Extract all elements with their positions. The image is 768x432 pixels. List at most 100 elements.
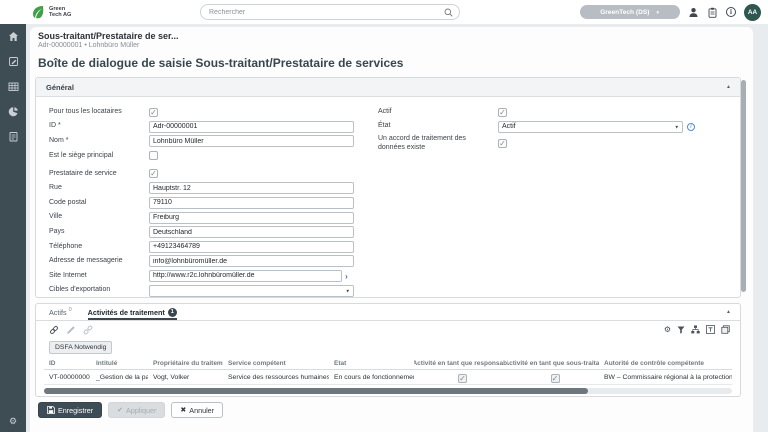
- table-cell: _Gestion de la paie: [91, 374, 148, 381]
- tenant-selector-button[interactable]: GreenTech (DS) ▼: [580, 5, 680, 19]
- sidebar-item-document[interactable]: [0, 124, 26, 149]
- header-actions: GreenTech (DS) ▼ i AA: [580, 0, 761, 24]
- general-fields-left: Pour tous les locataires✓ID *Nom *Est le…: [49, 106, 374, 299]
- section-general-header[interactable]: Général ▲: [36, 78, 740, 97]
- top-header: Green Tech AG GreenTech (DS) ▼ i AA: [0, 0, 768, 24]
- row-checkbox: ✓: [458, 374, 467, 383]
- save-label: Enregistrer: [58, 406, 93, 415]
- info-glyph: i: [726, 7, 736, 17]
- checkbox-prestataire-de-service[interactable]: ✓: [149, 169, 158, 178]
- form-row-site-internet: Site Internet›: [49, 270, 374, 282]
- form-row-telephone: Téléphone: [49, 241, 374, 253]
- tab-activites-label: Activités de traitement: [88, 308, 165, 317]
- form-row-id: ID *: [49, 121, 374, 133]
- column-header-proprietaire-du-traitement[interactable]: Propriétaire du traitement: [148, 360, 223, 367]
- field-label-pays: Pays: [49, 228, 149, 236]
- column-header-etat[interactable]: État: [329, 360, 414, 367]
- section-general-title: Général: [46, 83, 74, 92]
- table-cell: Service des ressources humaines (RH): [223, 374, 329, 381]
- table-cell: BW – Commissaire régional à la protectio…: [599, 374, 732, 381]
- column-header-autorite-de-controle-competente[interactable]: Autorité de contrôle compétente: [599, 360, 732, 367]
- checkbox-pour-tous-les-locataires[interactable]: ✓: [149, 108, 158, 117]
- checkbox-un-accord-de-traitement-des-donnees-existe[interactable]: ✓: [498, 139, 507, 148]
- column-header-activite-en-tant-que-responsable[interactable]: Activité en tant que responsable: [414, 360, 508, 367]
- column-header-activite-en-tant-que-sous-traitant[interactable]: Activité en tant que sous-traitant: [508, 360, 599, 367]
- sidebar-item-home[interactable]: [0, 24, 26, 49]
- input-id[interactable]: [149, 121, 354, 133]
- pie-chart-icon: [8, 106, 19, 117]
- chevron-down-icon: ▼: [675, 124, 679, 129]
- table-icon: [8, 81, 19, 92]
- form-row-nom: Nom *: [49, 135, 374, 147]
- sidebar-item-form[interactable]: [0, 49, 26, 74]
- input-code-postal[interactable]: [149, 197, 354, 209]
- unlink-icon[interactable]: [83, 325, 93, 335]
- form-row-un-accord-de-traitement-des-donnees-existe: Un accord de traitement des données exis…: [378, 135, 738, 152]
- column-chooser-icon[interactable]: [706, 325, 715, 334]
- settings-icon[interactable]: ⚙: [0, 416, 26, 427]
- cancel-label: Annuler: [189, 406, 214, 415]
- field-label-cibles-d-exportation: Cibles d'exportation: [49, 286, 149, 294]
- collapse-up-icon[interactable]: ▲: [726, 84, 731, 90]
- column-header-id[interactable]: ID: [44, 360, 91, 367]
- select-cibles-d-exportation[interactable]: ▼: [149, 285, 354, 297]
- select-etat[interactable]: Actif▼: [498, 121, 683, 133]
- layers-icon[interactable]: [721, 325, 730, 334]
- section-general: Général ▲ Pour tous les locataires✓ID *N…: [35, 77, 741, 298]
- input-pays[interactable]: [149, 226, 354, 238]
- footer-actions: Enregistrer ✔ Appliquer ✖ Annuler: [38, 402, 223, 418]
- input-rue[interactable]: [149, 182, 354, 194]
- apply-button[interactable]: ✔ Appliquer: [108, 402, 165, 418]
- global-search[interactable]: [200, 4, 460, 20]
- user-icon[interactable]: [688, 7, 699, 18]
- column-header-intitule[interactable]: Intitulé: [91, 360, 148, 367]
- search-input[interactable]: [209, 9, 444, 16]
- save-button[interactable]: Enregistrer: [38, 402, 102, 418]
- check-icon: ✔: [117, 407, 123, 414]
- cancel-button[interactable]: ✖ Annuler: [171, 402, 223, 418]
- table-cell: VT-00000000: [44, 374, 91, 381]
- toolbar-left: [49, 325, 732, 335]
- tab-actifs[interactable]: Actifs0: [49, 304, 72, 320]
- table-row[interactable]: VT-00000000_Gestion de la paieVogt, Volk…: [44, 370, 732, 385]
- filter-chip-dsfa[interactable]: DSFA Notwendig: [49, 341, 112, 354]
- checkbox-actif[interactable]: ✓: [498, 108, 507, 117]
- info-icon[interactable]: i: [726, 7, 736, 17]
- edit-icon[interactable]: [66, 325, 76, 335]
- search-icon[interactable]: [444, 8, 453, 17]
- collapse-up-icon[interactable]: ▲: [726, 309, 731, 315]
- sidebar-item-table[interactable]: [0, 74, 26, 99]
- filter-icon[interactable]: [677, 326, 685, 334]
- row-checkbox: ✓: [551, 374, 560, 383]
- horizontal-scrollbar-thumb[interactable]: [44, 388, 588, 394]
- horizontal-scrollbar[interactable]: [44, 388, 732, 394]
- tab-actifs-count: 0: [69, 307, 72, 313]
- general-fields-right: Actif✓ÉtatActif▼iUn accord de traitement…: [378, 106, 738, 155]
- field-info-icon[interactable]: i: [687, 123, 695, 131]
- table-settings-icon[interactable]: ⚙: [664, 326, 671, 334]
- logo-line-2: Tech AG: [49, 12, 71, 18]
- form-row-pays: Pays: [49, 226, 374, 238]
- link-icon[interactable]: [49, 325, 59, 335]
- input-telephone[interactable]: [149, 241, 354, 253]
- field-label-rue: Rue: [49, 184, 149, 192]
- activities-tabbar: Actifs0 Activités de traitement 1 ▲: [36, 304, 740, 321]
- sidebar-item-pie-chart[interactable]: [0, 99, 26, 124]
- input-ville[interactable]: [149, 212, 354, 224]
- avatar[interactable]: AA: [744, 4, 761, 21]
- open-url-icon[interactable]: ›: [345, 272, 348, 281]
- logo[interactable]: Green Tech AG: [30, 4, 71, 20]
- vertical-scrollbar[interactable]: [741, 80, 746, 292]
- tasks-icon[interactable]: [707, 7, 718, 18]
- column-header-service-competent[interactable]: Service compétent: [223, 360, 329, 367]
- input-site-internet[interactable]: [149, 270, 342, 282]
- input-adresse-de-messagerie[interactable]: [149, 255, 354, 267]
- table-cell: En cours de fonctionnement: [329, 374, 414, 381]
- input-nom[interactable]: [149, 135, 354, 147]
- tab-activites-de-traitement[interactable]: Activités de traitement 1: [88, 304, 177, 320]
- toolbar-right: ⚙: [664, 325, 730, 334]
- form-row-ville: Ville: [49, 212, 374, 224]
- table-cell: ✓: [414, 371, 508, 383]
- hierarchy-icon[interactable]: [691, 325, 700, 334]
- checkbox-est-le-siege-principal[interactable]: [149, 151, 158, 160]
